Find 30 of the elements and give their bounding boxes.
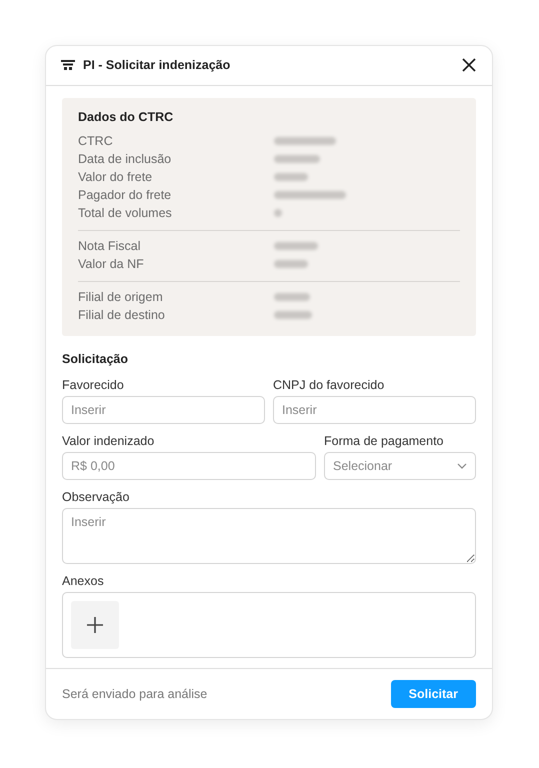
field-label: Total de volumes bbox=[78, 206, 173, 220]
field-label: Favorecido bbox=[62, 378, 125, 392]
field-label: Observação bbox=[62, 490, 130, 504]
field-label: CTRC bbox=[78, 134, 114, 148]
plus-icon bbox=[87, 616, 103, 633]
select-field[interactable]: Selecionar bbox=[324, 452, 476, 480]
field-label: Nota Fiscal bbox=[78, 238, 142, 253]
field-label: Forma de pagamento bbox=[324, 434, 445, 448]
field-label: Data de inclusão bbox=[78, 152, 172, 166]
footer-note: Será enviado para análise bbox=[62, 686, 208, 701]
input-field[interactable]: Inserir bbox=[273, 396, 476, 424]
field-label: Anexos bbox=[62, 574, 105, 588]
section-title: Dados do CTRC bbox=[78, 110, 174, 124]
text-area[interactable]: Inserir bbox=[62, 508, 476, 564]
close-icon bbox=[461, 57, 477, 74]
input-field[interactable]: Inserir bbox=[62, 396, 265, 424]
field-label: Valor da NF bbox=[78, 256, 145, 271]
field-label: Valor indenizado bbox=[62, 434, 156, 448]
chevron-down-icon bbox=[457, 462, 467, 469]
field-label: Filial de destino bbox=[78, 308, 166, 322]
field-label: Valor do frete bbox=[78, 170, 154, 184]
field-label: Pagador do frete bbox=[78, 188, 172, 202]
close-button[interactable] bbox=[461, 57, 477, 74]
field-label: Filial de origem bbox=[78, 290, 164, 304]
section-title: Solicitação bbox=[62, 352, 129, 366]
dialog-title: PI - Solicitar indenização bbox=[83, 58, 232, 72]
logo-icon bbox=[61, 60, 75, 70]
submit-button[interactable]: Solicitar bbox=[390, 680, 476, 708]
field-label: CNPJ do favorecido bbox=[273, 378, 386, 392]
input-field[interactable]: R$ 0,00 bbox=[62, 452, 316, 480]
